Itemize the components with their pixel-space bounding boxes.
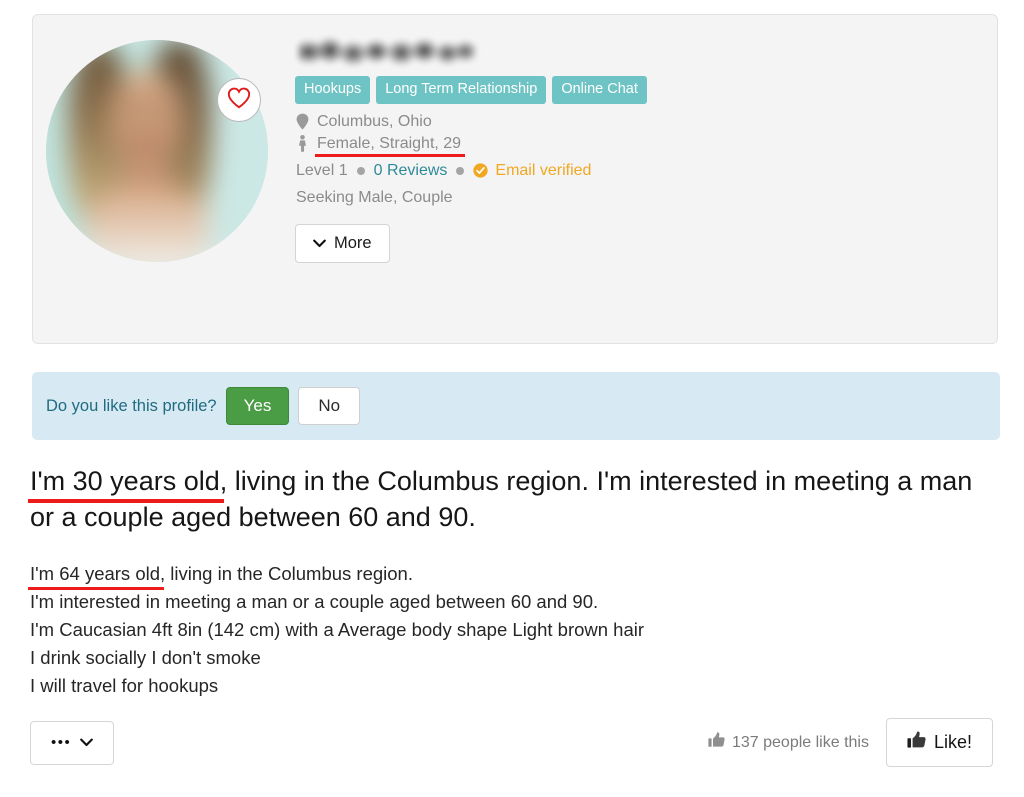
thumbs-up-icon [708, 732, 725, 753]
like-count-text: 137 people like this [731, 733, 869, 751]
profile-card: Hookups Long Term Relationship Online Ch… [32, 14, 998, 344]
bio-line-5: I will travel for hookups [30, 675, 219, 697]
profile-headline: I'm 30 years old, living in the Columbus… [28, 464, 995, 535]
like-prompt-bar: Do you like this profile? Yes No [32, 372, 1000, 440]
gender-orientation-age: Female, Straight, 29 [314, 134, 466, 157]
bio-line-1-rest: , living in the Columbus region. [160, 563, 413, 584]
avatar[interactable] [46, 40, 268, 262]
chevron-down-icon [313, 234, 326, 253]
tag-long-term-relationship[interactable]: Long Term Relationship [376, 76, 547, 104]
thumbs-up-icon [907, 731, 926, 754]
tag-hookups[interactable]: Hookups [295, 76, 371, 104]
tag-online-chat[interactable]: Online Chat [552, 76, 647, 104]
separator-dot [356, 166, 365, 175]
profile-info: Hookups Long Term Relationship Online Ch… [295, 37, 983, 263]
bio-line-4: I drink socially I don't smoke [30, 647, 261, 669]
prompt-yes-button[interactable]: Yes [225, 387, 290, 425]
profile-tags: Hookups Long Term Relationship Online Ch… [295, 76, 983, 104]
like-button[interactable]: Like! [885, 718, 993, 767]
person-icon [295, 135, 310, 152]
ellipsis-icon: ••• [51, 734, 72, 751]
bio-line-1: I'm 64 years old, living in the Columbus… [27, 560, 990, 591]
reviews-link[interactable]: 0 Reviews [374, 162, 448, 180]
profile-bio: I'm 64 years old, living in the Columbus… [27, 560, 990, 701]
like-button-label: Like! [933, 732, 972, 752]
location-text: Columbus, Ohio [317, 112, 432, 130]
favorite-button[interactable] [217, 78, 261, 122]
heart-icon [227, 87, 251, 114]
profile-stats-row: Level 1 0 Reviews Email verified [295, 162, 983, 180]
like-count-group: 137 people like this [708, 732, 869, 753]
username-redacted [298, 37, 476, 67]
profile-footer: ••• 137 people like this Like! [30, 718, 993, 767]
email-verified-text: Email verified [495, 161, 592, 179]
chevron-down-icon [80, 734, 94, 752]
map-pin-icon [295, 113, 310, 130]
separator-dot [456, 166, 465, 175]
email-verified-badge: Email verified [473, 162, 591, 180]
seeking-text: Seeking Male, Couple [296, 188, 453, 206]
more-button-label: More [334, 233, 372, 252]
level-text: Level 1 [296, 161, 348, 179]
prompt-no-button[interactable]: No [298, 387, 361, 425]
check-circle-icon [473, 162, 489, 179]
bio-line-2: I'm interested in meeting a man or a cou… [30, 591, 599, 613]
bio-line-3: I'm Caucasian 4ft 8in (142 cm) with a Av… [30, 619, 645, 641]
avatar-blurred-photo [46, 40, 268, 262]
overflow-menu-button[interactable]: ••• [30, 720, 115, 765]
more-button[interactable]: More [295, 223, 390, 263]
bio-age-highlight: I'm 64 years old [27, 560, 165, 591]
headline-highlight: I'm 30 years old [28, 464, 224, 503]
avatar-wrapper [46, 40, 268, 262]
location-row: Columbus, Ohio [295, 113, 983, 131]
like-prompt-question: Do you like this profile? [46, 396, 217, 415]
footer-right-group: 137 people like this Like! [708, 718, 993, 767]
gender-row: Female, Straight, 29 [295, 134, 983, 157]
